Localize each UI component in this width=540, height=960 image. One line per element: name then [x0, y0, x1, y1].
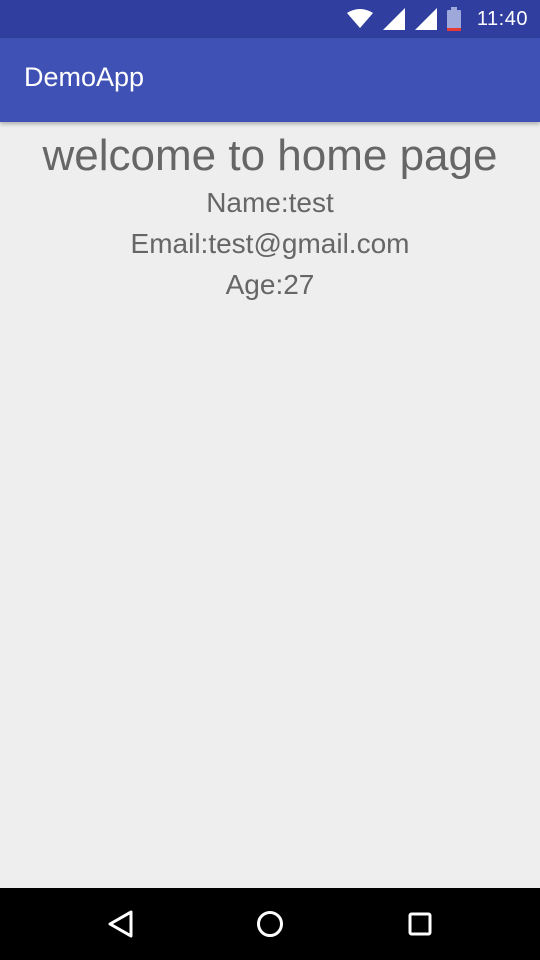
name-text: Name:test	[206, 187, 334, 218]
battery-icon	[446, 7, 461, 31]
signal-icon	[382, 8, 405, 30]
status-bar: 11:40	[0, 0, 540, 38]
back-icon	[108, 910, 133, 938]
app-title: DemoApp	[24, 62, 145, 92]
email-text: Email:test@gmail.com	[130, 228, 410, 259]
clock: 11:40	[476, 7, 528, 30]
recents-button[interactable]	[402, 906, 438, 942]
app-bar: DemoApp	[0, 38, 540, 122]
welcome-heading: welcome to home page	[42, 131, 498, 180]
signal-icon	[414, 8, 437, 30]
home-content: welcome to home page Name:test Email:tes…	[0, 122, 540, 305]
status-icons: 11:40	[346, 0, 528, 38]
navigation-bar	[0, 888, 540, 960]
age-text: Age:27	[225, 269, 315, 300]
wifi-icon	[346, 9, 373, 29]
home-button[interactable]	[252, 906, 288, 942]
recents-icon	[408, 912, 432, 936]
back-button[interactable]	[102, 906, 138, 942]
home-icon	[257, 911, 283, 937]
